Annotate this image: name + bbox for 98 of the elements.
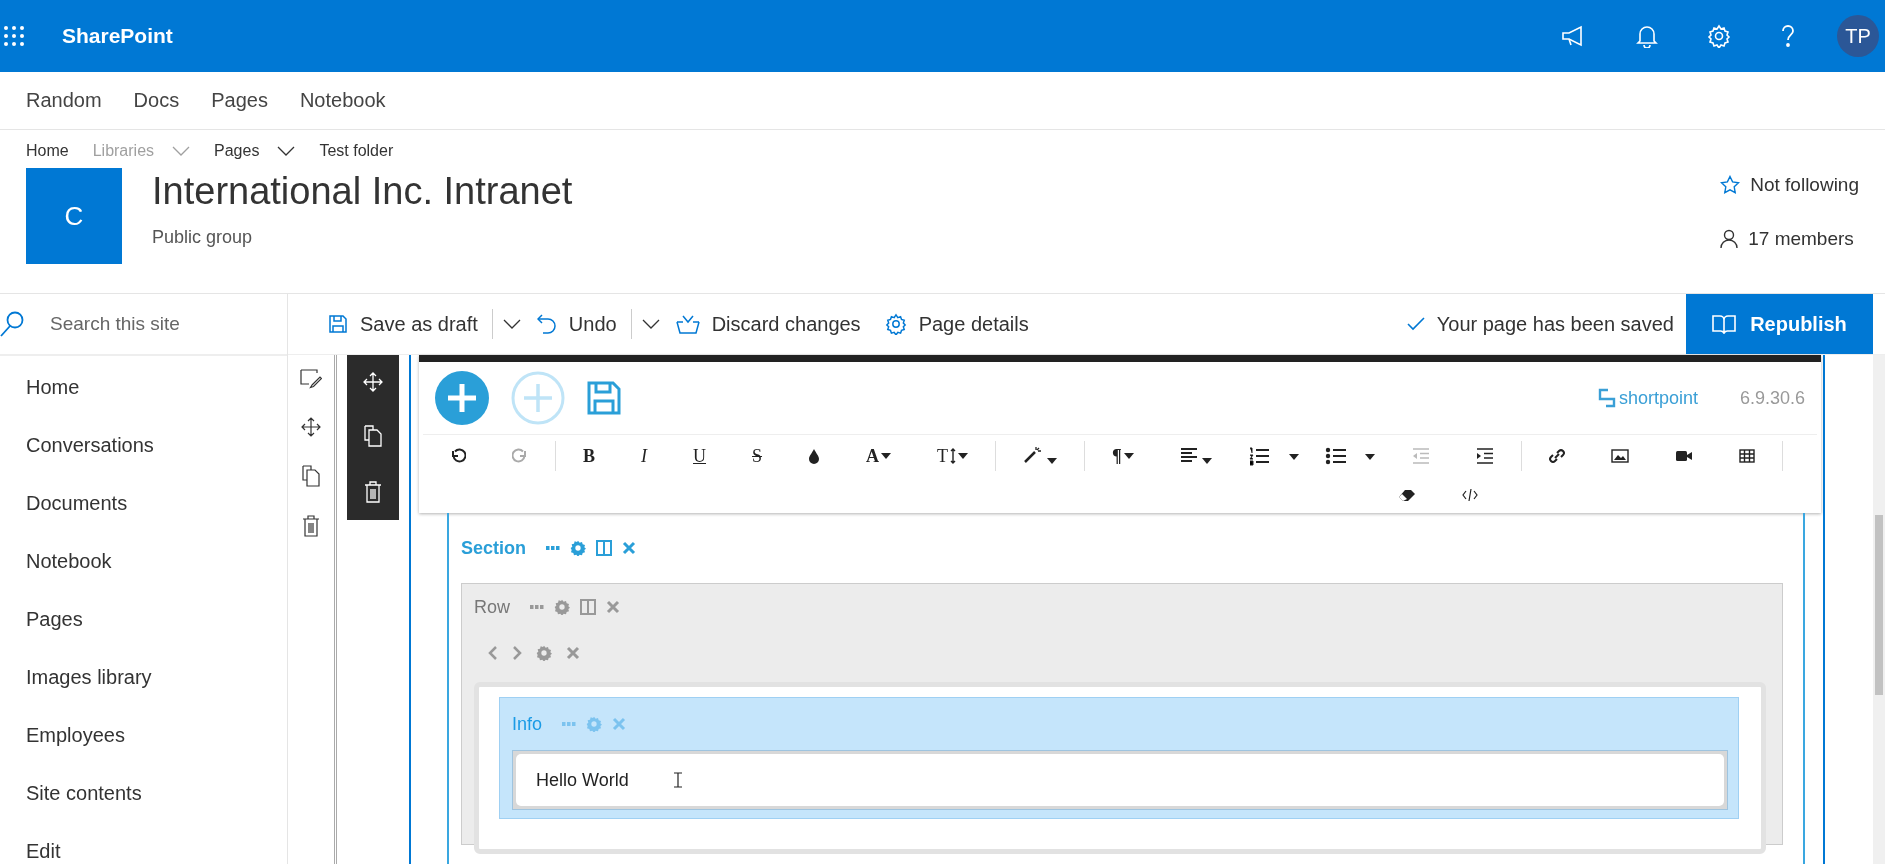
edit-icon[interactable]	[300, 369, 322, 389]
sidebar-nav-link[interactable]: Documents	[26, 474, 128, 532]
site-logo[interactable]: C	[26, 168, 122, 264]
search-field[interactable]: Search this site	[48, 312, 252, 336]
tray-icon	[675, 314, 700, 334]
person-icon[interactable]	[1720, 229, 1739, 249]
font-size-button[interactable]: T	[937, 445, 969, 467]
add-circle-icon[interactable]	[435, 371, 489, 425]
undo-icon[interactable]	[450, 448, 466, 464]
bold-button[interactable]: B	[583, 445, 595, 467]
section-label: Section	[461, 537, 526, 559]
font-color-button[interactable]: A	[866, 445, 892, 467]
scrollbar-thumb[interactable]	[1875, 515, 1883, 695]
settings-icon[interactable]	[570, 540, 586, 556]
sidebar-nav-link[interactable]: Edit	[26, 839, 61, 863]
paragraph-button[interactable]: ¶	[1112, 445, 1134, 467]
site-title: International Inc. Intranet	[152, 170, 573, 213]
italic-button[interactable]: I	[641, 445, 647, 467]
columns-icon[interactable]	[580, 599, 596, 615]
align-icon[interactable]	[1179, 446, 1214, 466]
book-icon	[1712, 314, 1737, 334]
copy-icon[interactable]	[302, 465, 320, 487]
hub-nav-link[interactable]: Docs	[133, 89, 180, 112]
video-camera-icon[interactable]	[1674, 449, 1693, 463]
settings-icon[interactable]	[1707, 24, 1731, 48]
bullet-list-icon[interactable]	[1324, 446, 1377, 466]
eraser-icon[interactable]	[1398, 488, 1416, 502]
save-draft-button[interactable]: Save as draft	[324, 306, 482, 342]
app-launcher-icon[interactable]	[3, 25, 25, 47]
table-icon[interactable]	[1738, 449, 1755, 463]
copy-icon[interactable]	[364, 425, 382, 448]
sidebar-nav-link[interactable]: Site contents	[26, 764, 142, 822]
sidebar-nav-link[interactable]: Images library	[26, 648, 152, 706]
sidebar-nav-link[interactable]: Pages	[26, 590, 83, 648]
chevron-left-icon[interactable]	[488, 646, 498, 660]
close-icon[interactable]	[566, 646, 580, 660]
sidebar-nav-link[interactable]: Home	[26, 358, 80, 416]
magic-wand-icon[interactable]	[1023, 446, 1058, 466]
text-cursor-icon	[672, 772, 683, 788]
page-details-button[interactable]: Page details	[880, 306, 1033, 342]
breadcrumb-link[interactable]: Pages	[214, 142, 260, 160]
site-subtitle: Public group	[152, 227, 254, 248]
app-brand[interactable]: SharePoint	[62, 24, 173, 48]
sidebar-nav-link[interactable]: Employees	[26, 706, 125, 764]
chevron-right-icon[interactable]	[512, 646, 522, 660]
caret-icon	[881, 453, 892, 459]
strikethrough-button[interactable]: S	[752, 445, 763, 467]
info-label: Info	[512, 713, 543, 735]
hub-nav-link[interactable]: Random	[26, 89, 102, 112]
numbered-list-icon[interactable]	[1248, 446, 1301, 466]
caret-icon	[1123, 453, 1134, 459]
row-label: Row	[474, 596, 510, 618]
redo-icon[interactable]	[512, 448, 528, 464]
image-icon[interactable]	[1610, 449, 1629, 463]
undo-icon	[536, 313, 557, 335]
members-link[interactable]: 17 members	[1748, 228, 1854, 250]
text-editor-field[interactable]: Hello World	[516, 754, 1724, 806]
chevron-down-icon[interactable]	[502, 319, 521, 329]
close-icon[interactable]	[606, 600, 620, 614]
republish-button[interactable]: Republish	[1686, 294, 1873, 354]
save-icon[interactable]	[587, 381, 621, 415]
more-icon[interactable]	[546, 546, 560, 550]
discard-changes-button[interactable]: Discard changes	[671, 306, 865, 342]
save-status: Your page has been saved	[1436, 312, 1674, 336]
undo-button[interactable]: Undo	[532, 306, 621, 342]
code-icon[interactable]	[1462, 488, 1478, 502]
sidebar-nav-link[interactable]: Notebook	[26, 532, 112, 590]
breadcrumb-link[interactable]: Home	[26, 142, 69, 160]
help-icon[interactable]	[1780, 24, 1796, 48]
star-icon[interactable]	[1720, 175, 1741, 195]
move-icon[interactable]	[301, 417, 321, 437]
save-icon	[328, 314, 348, 334]
hub-nav-link[interactable]: Pages	[211, 89, 268, 112]
vertical-arrows-icon	[950, 448, 957, 464]
columns-icon[interactable]	[596, 540, 612, 556]
chevron-down-icon[interactable]	[277, 146, 296, 156]
follow-link[interactable]: Not following	[1750, 174, 1859, 196]
drop-icon[interactable]	[808, 448, 821, 464]
bell-icon[interactable]	[1636, 24, 1658, 48]
chevron-down-icon[interactable]	[641, 319, 660, 329]
sidebar-nav-link[interactable]: Conversations	[26, 416, 154, 474]
underline-button[interactable]: U	[693, 445, 706, 467]
settings-icon	[884, 313, 907, 335]
delete-icon[interactable]	[302, 515, 320, 537]
settings-icon[interactable]	[536, 645, 552, 661]
close-icon[interactable]	[622, 541, 636, 555]
breadcrumb-link[interactable]: Test folder	[319, 142, 394, 160]
hub-nav-link[interactable]: Notebook	[299, 89, 386, 112]
user-avatar[interactable]: TP	[1837, 15, 1879, 57]
checkmark-icon	[1406, 317, 1425, 331]
link-icon[interactable]	[1548, 448, 1565, 464]
more-icon[interactable]	[530, 605, 544, 609]
version-label: 6.9.30.6	[1739, 387, 1805, 409]
search-icon	[0, 311, 24, 337]
caret-icon	[958, 453, 969, 459]
shortpoint-logo: shortpoint	[1597, 387, 1698, 409]
settings-icon[interactable]	[554, 599, 570, 615]
indent-icon[interactable]	[1475, 448, 1494, 464]
